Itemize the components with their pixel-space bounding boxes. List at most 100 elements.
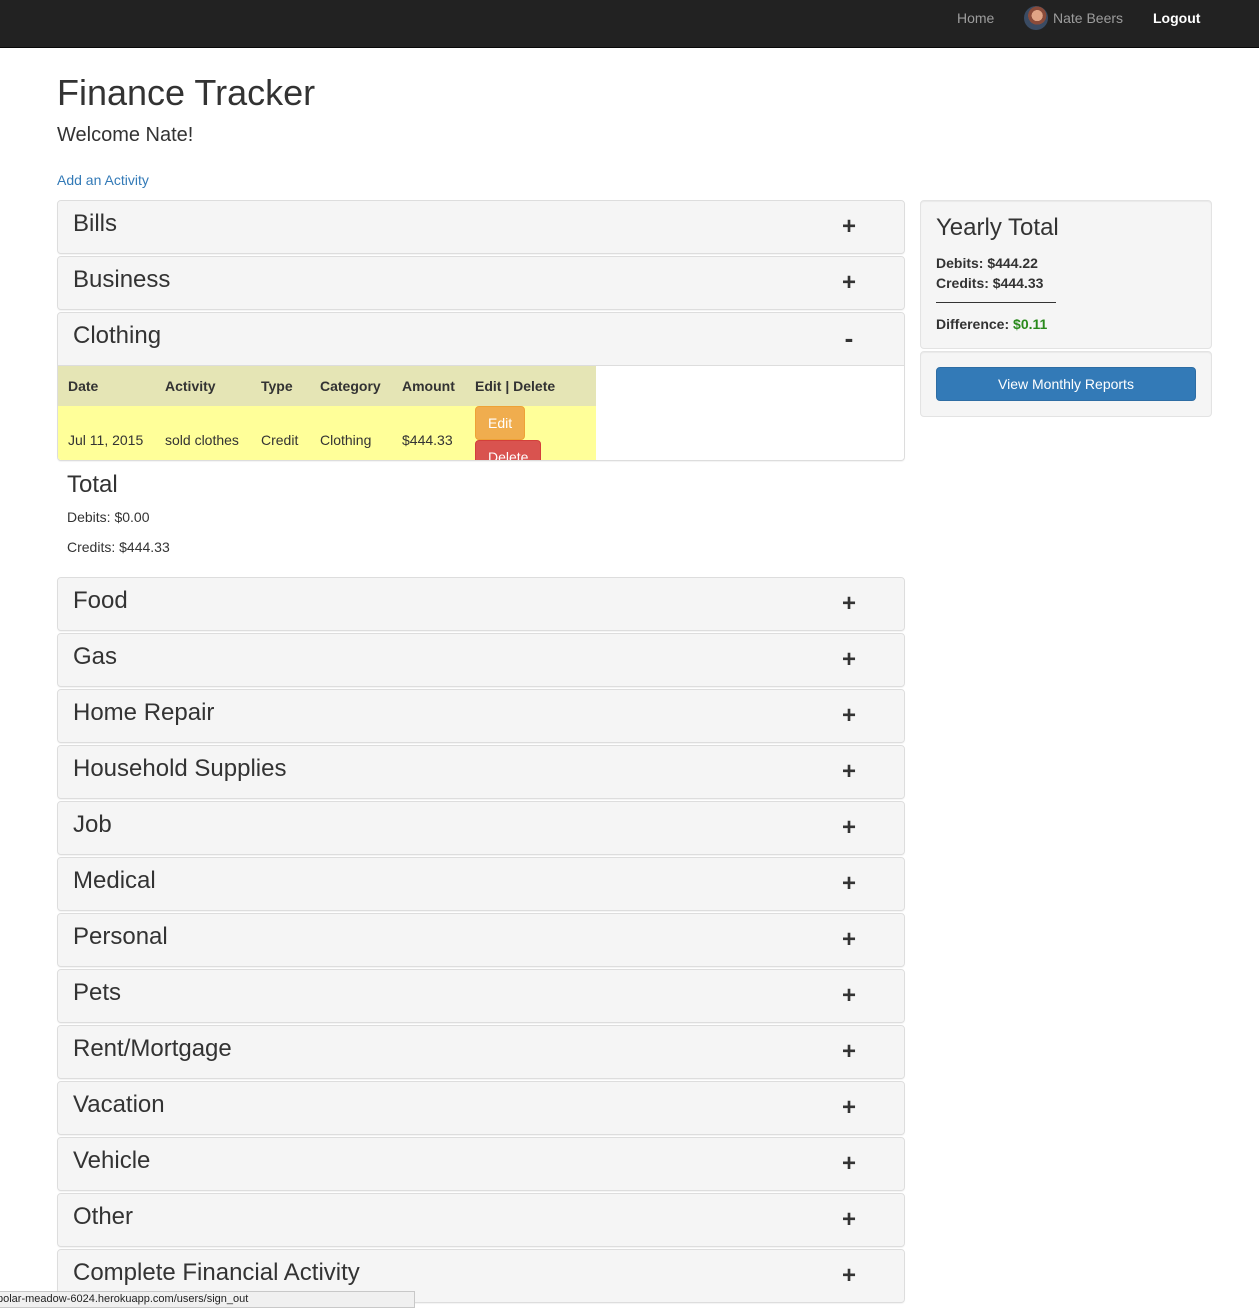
divider: [936, 302, 1056, 303]
view-monthly-reports-button[interactable]: View Monthly Reports: [936, 367, 1196, 401]
table-header-row: Date Activity Type Category Amount Edit …: [58, 366, 596, 406]
yearly-credits: Credits: $444.33: [936, 275, 1044, 291]
column-header-category: Category: [310, 366, 392, 406]
activity-table: Date Activity Type Category Amount Edit …: [58, 366, 596, 460]
category-title: Pets: [73, 979, 122, 1006]
expand-icon[interactable]: +: [839, 646, 859, 674]
activity-table-container: Date Activity Type Category Amount Edit …: [58, 365, 904, 460]
category-panel-medical: Medical +: [57, 857, 905, 911]
category-header-gas[interactable]: Gas +: [58, 634, 904, 686]
yearly-total-well: Yearly Total Debits: $444.22 Credits: $4…: [920, 200, 1212, 349]
category-panel-gas: Gas +: [57, 633, 905, 687]
category-header-rent-mortgage[interactable]: Rent/Mortgage +: [58, 1026, 904, 1078]
difference-label: Difference:: [936, 316, 1010, 332]
category-header-clothing[interactable]: Clothing -: [58, 313, 904, 365]
total-title: Total: [67, 471, 118, 498]
category-header-food[interactable]: Food +: [58, 578, 904, 630]
avatar: [1024, 6, 1048, 31]
category-panel-bills: Bills +: [57, 200, 905, 254]
edit-button[interactable]: Edit: [475, 406, 526, 440]
category-title: Complete Financial Activity: [73, 1259, 360, 1286]
category-panel-vacation: Vacation +: [57, 1081, 905, 1135]
expand-icon[interactable]: +: [839, 213, 859, 241]
expand-icon[interactable]: +: [839, 1206, 859, 1234]
category-panel-home-repair: Home Repair +: [57, 689, 905, 743]
column-header-date: Date: [58, 366, 155, 406]
top-navbar: Home Nate Beers Logout: [0, 0, 1259, 48]
category-header-job[interactable]: Job +: [58, 802, 904, 854]
category-header-home-repair[interactable]: Home Repair +: [58, 690, 904, 742]
yearly-sidebar: Yearly Total Debits: $444.22 Credits: $4…: [920, 200, 1212, 417]
category-panel-household-supplies: Household Supplies +: [57, 745, 905, 799]
category-panel-other: Other +: [57, 1193, 905, 1247]
nav-home-link[interactable]: Home: [957, 0, 994, 36]
category-header-pets[interactable]: Pets +: [58, 970, 904, 1022]
expand-icon[interactable]: +: [839, 269, 859, 297]
expand-icon[interactable]: +: [839, 1094, 859, 1122]
cell-actions: Edit Delete: [465, 406, 596, 460]
cell-category: Clothing: [310, 406, 392, 460]
yearly-total-title: Yearly Total: [936, 214, 1059, 241]
reports-well: View Monthly Reports: [920, 351, 1212, 417]
expand-icon[interactable]: +: [839, 758, 859, 786]
expand-icon[interactable]: +: [839, 814, 859, 842]
category-title: Business: [73, 266, 171, 293]
difference-value: $0.11: [1013, 316, 1048, 332]
total-credits: Credits: $444.33: [67, 539, 170, 555]
collapse-icon[interactable]: -: [839, 323, 859, 354]
categories-accordion: Bills + Business + Clothing - Date Activ…: [57, 200, 905, 1305]
category-panel-job: Job +: [57, 801, 905, 855]
category-title: Household Supplies: [73, 755, 287, 782]
column-header-edit-delete: Edit | Delete: [465, 366, 596, 406]
expand-icon[interactable]: +: [839, 1150, 859, 1178]
add-activity-link[interactable]: Add an Activity: [57, 172, 149, 188]
category-title: Medical: [73, 867, 156, 894]
category-panel-personal: Personal +: [57, 913, 905, 967]
category-title: Job: [73, 811, 112, 838]
category-title: Bills: [73, 210, 118, 237]
category-title: Home Repair: [73, 699, 215, 726]
category-title: Rent/Mortgage: [73, 1035, 232, 1062]
delete-button[interactable]: Delete: [475, 440, 542, 460]
category-header-business[interactable]: Business +: [58, 257, 904, 309]
expand-icon[interactable]: +: [839, 590, 859, 618]
expand-icon[interactable]: +: [839, 702, 859, 730]
expand-icon[interactable]: +: [839, 926, 859, 954]
table-row: Jul 11, 2015 sold clothes Credit Clothin…: [58, 406, 596, 460]
category-panel-vehicle: Vehicle +: [57, 1137, 905, 1191]
yearly-debits: Debits: $444.22: [936, 255, 1038, 271]
category-header-vacation[interactable]: Vacation +: [58, 1082, 904, 1134]
category-title: Food: [73, 587, 128, 614]
category-panel-food: Food +: [57, 577, 905, 631]
category-panel-clothing: Clothing - Date Activity Type Category A…: [57, 312, 905, 461]
expand-icon[interactable]: +: [839, 982, 859, 1010]
category-title: Gas: [73, 643, 118, 670]
category-header-household-supplies[interactable]: Household Supplies +: [58, 746, 904, 798]
expand-icon[interactable]: +: [839, 1038, 859, 1066]
category-header-other[interactable]: Other +: [58, 1194, 904, 1246]
nav-logout-link[interactable]: Logout: [1153, 0, 1200, 36]
cell-type: Credit: [251, 406, 310, 460]
category-title: Other: [73, 1203, 134, 1230]
nav-user-name: Nate Beers: [1053, 10, 1124, 26]
expand-icon[interactable]: +: [839, 1262, 859, 1290]
category-header-personal[interactable]: Personal +: [58, 914, 904, 966]
nav-user-link[interactable]: Nate Beers: [1024, 0, 1123, 36]
category-panel-pets: Pets +: [57, 969, 905, 1023]
category-header-vehicle[interactable]: Vehicle +: [58, 1138, 904, 1190]
cell-date: Jul 11, 2015: [58, 406, 155, 460]
column-header-type: Type: [251, 366, 310, 406]
category-panel-business: Business +: [57, 256, 905, 310]
cell-amount: $444.33: [392, 406, 465, 460]
category-header-medical[interactable]: Medical +: [58, 858, 904, 910]
category-total: Total Debits: $0.00 Credits: $444.33: [57, 461, 905, 577]
browser-status-bar: polar-meadow-6024.herokuapp.com/users/si…: [0, 1291, 415, 1308]
expand-icon[interactable]: +: [839, 870, 859, 898]
page-title: Finance Tracker: [57, 72, 316, 113]
column-header-amount: Amount: [392, 366, 465, 406]
category-title: Vehicle: [73, 1147, 151, 1174]
total-debits: Debits: $0.00: [67, 509, 150, 525]
category-title: Vacation: [73, 1091, 165, 1118]
category-panel-rent-mortgage: Rent/Mortgage +: [57, 1025, 905, 1079]
category-header-bills[interactable]: Bills +: [58, 201, 904, 253]
